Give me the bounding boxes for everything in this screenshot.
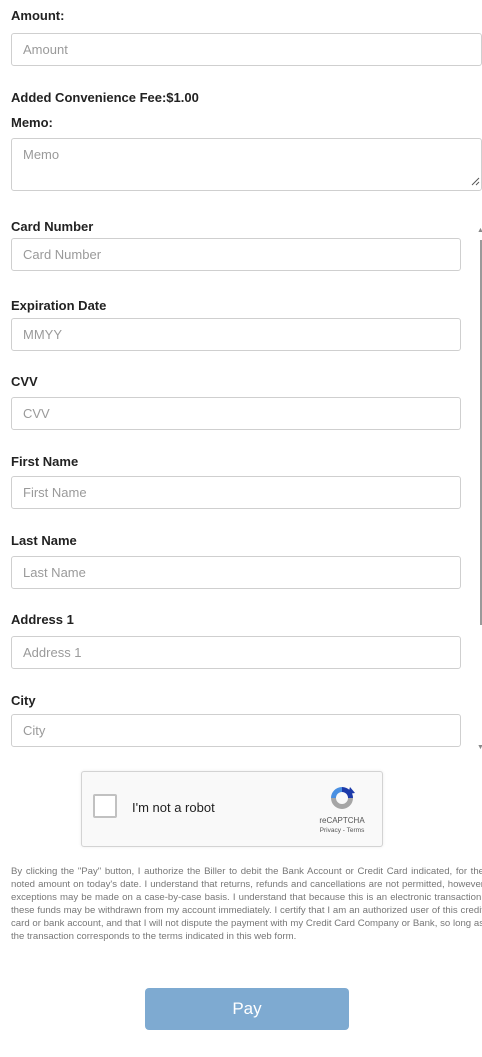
recaptcha-logo-icon — [331, 787, 355, 809]
scroll-down-arrow-icon[interactable]: ▼ — [477, 744, 482, 751]
first-name-label: First Name — [11, 454, 79, 469]
recaptcha-checkbox[interactable] — [93, 794, 117, 818]
recaptcha-brand-text: reCAPTCHA — [319, 816, 365, 825]
city-input[interactable] — [11, 714, 461, 747]
pay-button[interactable]: Pay — [145, 988, 349, 1030]
memo-textarea[interactable] — [11, 138, 482, 191]
cvv-label: CVV — [11, 374, 38, 389]
city-label: City — [11, 693, 36, 708]
recaptcha-widget: I'm not a robot reCAPTCHA Privacy - Term… — [81, 771, 383, 847]
first-name-input[interactable] — [11, 476, 461, 509]
last-name-input[interactable] — [11, 556, 461, 589]
amount-label: Amount: — [11, 8, 65, 23]
recaptcha-links: Privacy - Terms — [304, 827, 380, 834]
recaptcha-terms-link[interactable]: Terms — [347, 827, 365, 834]
card-number-input[interactable] — [11, 238, 461, 271]
scroll-up-arrow-icon[interactable]: ▲ — [477, 227, 482, 234]
address1-input[interactable] — [11, 636, 461, 669]
recaptcha-checkbox-label: I'm not a robot — [132, 800, 215, 815]
expiration-date-input[interactable] — [11, 318, 461, 351]
address1-label: Address 1 — [11, 612, 74, 627]
memo-label: Memo: — [11, 115, 53, 130]
convenience-fee-text: Added Convenience Fee:$1.00 — [11, 90, 199, 105]
payment-disclaimer: By clicking the "Pay" button, I authoriz… — [11, 866, 482, 942]
cvv-input[interactable] — [11, 397, 461, 430]
expiration-date-label: Expiration Date — [11, 298, 107, 313]
last-name-label: Last Name — [11, 533, 77, 548]
recaptcha-privacy-link[interactable]: Privacy — [320, 827, 341, 834]
resize-grip-icon[interactable] — [470, 176, 480, 186]
card-number-label: Card Number — [11, 219, 94, 234]
amount-input[interactable] — [11, 33, 482, 66]
